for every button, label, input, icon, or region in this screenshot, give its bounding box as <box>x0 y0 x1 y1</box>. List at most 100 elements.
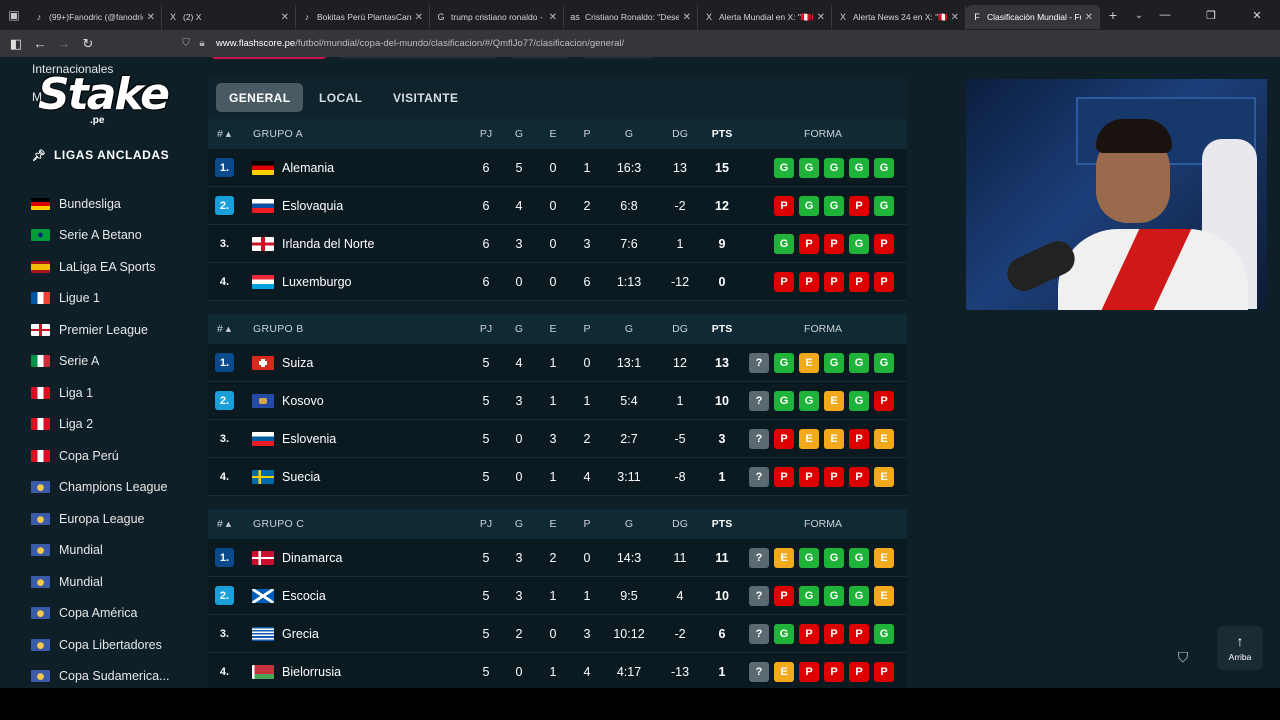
form-badge[interactable]: P <box>874 272 894 292</box>
form-badge[interactable]: P <box>849 624 869 644</box>
form-badge[interactable]: G <box>849 234 869 254</box>
rank-sort-header[interactable]: # ▴ <box>217 128 231 140</box>
col-g[interactable]: G <box>509 128 529 140</box>
form-badge[interactable]: P <box>849 272 869 292</box>
form-badge[interactable]: E <box>824 429 844 449</box>
col-g[interactable]: G <box>509 323 529 335</box>
form-badge[interactable]: E <box>774 548 794 568</box>
browser-tab[interactable]: X Alerta News 24 en X: "🇵🇪 | C ✕ <box>832 5 966 29</box>
col-pts[interactable]: PTS <box>708 128 736 140</box>
browser-tab[interactable]: Gtrump cristiano ronaldo - B ✕ <box>430 5 564 29</box>
col-e[interactable]: E <box>543 128 563 140</box>
table-row[interactable]: 2. Eslovaquia 6 4 0 2 6:8 -2 12 P G G P G <box>208 187 907 225</box>
close-tab-icon[interactable]: ✕ <box>683 12 691 23</box>
url-field[interactable]: ⛉ 🔒︎ www.flashscore.pe/futbol/mundial/co… <box>178 33 968 54</box>
sidebar-item-league[interactable]: Serie A Betano <box>31 220 169 252</box>
sidebar-item-league[interactable]: Mundial <box>31 566 169 598</box>
browser-tab[interactable]: ♪ Bokitas Perú PlantasCarnív ✕ <box>296 5 430 29</box>
form-badge[interactable]: G <box>849 548 869 568</box>
form-badge[interactable]: G <box>774 624 794 644</box>
table-row[interactable]: 4. Luxemburgo 6 0 0 6 1:13 -12 0 P P P P P <box>208 263 907 301</box>
form-badge[interactable]: E <box>874 467 894 487</box>
form-badge[interactable]: P <box>849 196 869 216</box>
team-name[interactable]: Grecia <box>282 627 319 641</box>
form-badge[interactable]: P <box>824 272 844 292</box>
tab-local[interactable]: LOCAL <box>306 83 375 112</box>
form-badge[interactable]: P <box>849 662 869 682</box>
scroll-top-button[interactable]: ↑ Arriba <box>1217 626 1263 670</box>
form-badge[interactable]: P <box>849 429 869 449</box>
col-goals[interactable]: G <box>607 518 651 530</box>
team-name[interactable]: Kosovo <box>282 394 324 408</box>
team-name[interactable]: Suecia <box>282 470 320 484</box>
team-name[interactable]: Dinamarca <box>282 551 342 565</box>
team-name[interactable]: Luxemburgo <box>282 275 352 289</box>
sidebar-item-league[interactable]: Copa América <box>31 598 169 630</box>
browser-tab[interactable]: ♪ (99+)Fanodric (@fanodric) | X ✕ <box>28 5 162 29</box>
sidebar-item-league[interactable]: Europa League <box>31 503 169 535</box>
form-badge[interactable]: P <box>799 662 819 682</box>
col-pj[interactable]: PJ <box>476 128 496 140</box>
form-badge[interactable]: ? <box>749 548 769 568</box>
col-dg[interactable]: DG <box>660 518 700 530</box>
form-badge[interactable]: ? <box>749 467 769 487</box>
col-pts[interactable]: PTS <box>708 323 736 335</box>
rank-sort-header[interactable]: # ▴ <box>217 518 231 530</box>
rank-sort-header[interactable]: # ▴ <box>217 323 231 335</box>
form-badge[interactable]: P <box>874 662 894 682</box>
back-icon[interactable]: ← <box>28 30 52 57</box>
sidebar-item-league[interactable]: Champions League <box>31 472 169 504</box>
form-badge[interactable]: G <box>874 158 894 178</box>
form-badge[interactable]: G <box>799 196 819 216</box>
table-row[interactable]: 3. Irlanda del Norte 6 3 0 3 7:6 1 9 G P P G P <box>208 225 907 263</box>
browser-tab[interactable]: F Clasificación Mundial - Fútb ✕ <box>966 5 1100 29</box>
form-badge[interactable]: E <box>874 586 894 606</box>
col-goals[interactable]: G <box>607 128 651 140</box>
close-tab-icon[interactable]: ✕ <box>1085 12 1093 23</box>
table-row[interactable]: 1. Dinamarca 5 3 2 0 14:3 11 11? E G G G E <box>208 539 907 577</box>
team-name[interactable]: Suiza <box>282 356 313 370</box>
form-badge[interactable]: P <box>774 586 794 606</box>
close-tab-icon[interactable]: ✕ <box>549 12 557 23</box>
sidebar-item-league[interactable]: Serie A <box>31 346 169 378</box>
team-name[interactable]: Bielorrusia <box>282 665 341 679</box>
col-p[interactable]: P <box>577 323 597 335</box>
table-row[interactable]: 3. Grecia 5 2 0 3 10:12 -2 6? G P P P G <box>208 615 907 653</box>
form-badge[interactable]: G <box>849 586 869 606</box>
sidebar-toggle-icon[interactable]: ◧ <box>4 30 28 57</box>
sidebar-item-league[interactable]: Mundial <box>31 535 169 567</box>
form-badge[interactable]: P <box>774 196 794 216</box>
form-badge[interactable]: G <box>824 548 844 568</box>
close-tab-icon[interactable]: ✕ <box>281 12 289 23</box>
form-badge[interactable]: ? <box>749 353 769 373</box>
form-badge[interactable]: P <box>799 234 819 254</box>
form-badge[interactable]: E <box>799 429 819 449</box>
team-name[interactable]: Eslovaquia <box>282 199 343 213</box>
sidebar-item-league[interactable]: Copa Libertadores <box>31 629 169 661</box>
maximize-icon[interactable]: ❐ <box>1188 0 1234 30</box>
form-badge[interactable]: G <box>849 353 869 373</box>
form-badge[interactable]: P <box>824 624 844 644</box>
col-goals[interactable]: G <box>607 323 651 335</box>
form-badge[interactable]: P <box>874 234 894 254</box>
form-badge[interactable]: P <box>774 429 794 449</box>
team-name[interactable]: Irlanda del Norte <box>282 237 374 251</box>
form-badge[interactable]: ? <box>749 429 769 449</box>
tab-actions-icon[interactable]: ▣ <box>0 0 28 30</box>
col-g[interactable]: G <box>509 518 529 530</box>
form-badge[interactable]: P <box>774 272 794 292</box>
table-row[interactable]: 1. Suiza 5 4 1 0 13:1 12 13? G E G G G <box>208 344 907 382</box>
privacy-shield-icon[interactable]: ⛉ <box>1172 646 1194 668</box>
form-badge[interactable]: P <box>799 272 819 292</box>
form-badge[interactable]: G <box>799 158 819 178</box>
tab-visitante[interactable]: VISITANTE <box>380 83 471 112</box>
form-badge[interactable]: G <box>774 158 794 178</box>
form-badge[interactable]: G <box>799 391 819 411</box>
form-badge[interactable]: G <box>799 548 819 568</box>
browser-tab[interactable]: X (2) X ✕ <box>162 5 296 29</box>
form-badge[interactable]: G <box>824 586 844 606</box>
forward-icon[interactable]: → <box>52 30 76 57</box>
form-badge[interactable]: G <box>849 391 869 411</box>
team-name[interactable]: Alemania <box>282 161 334 175</box>
sidebar-item-league[interactable]: Liga 2 <box>31 409 169 441</box>
